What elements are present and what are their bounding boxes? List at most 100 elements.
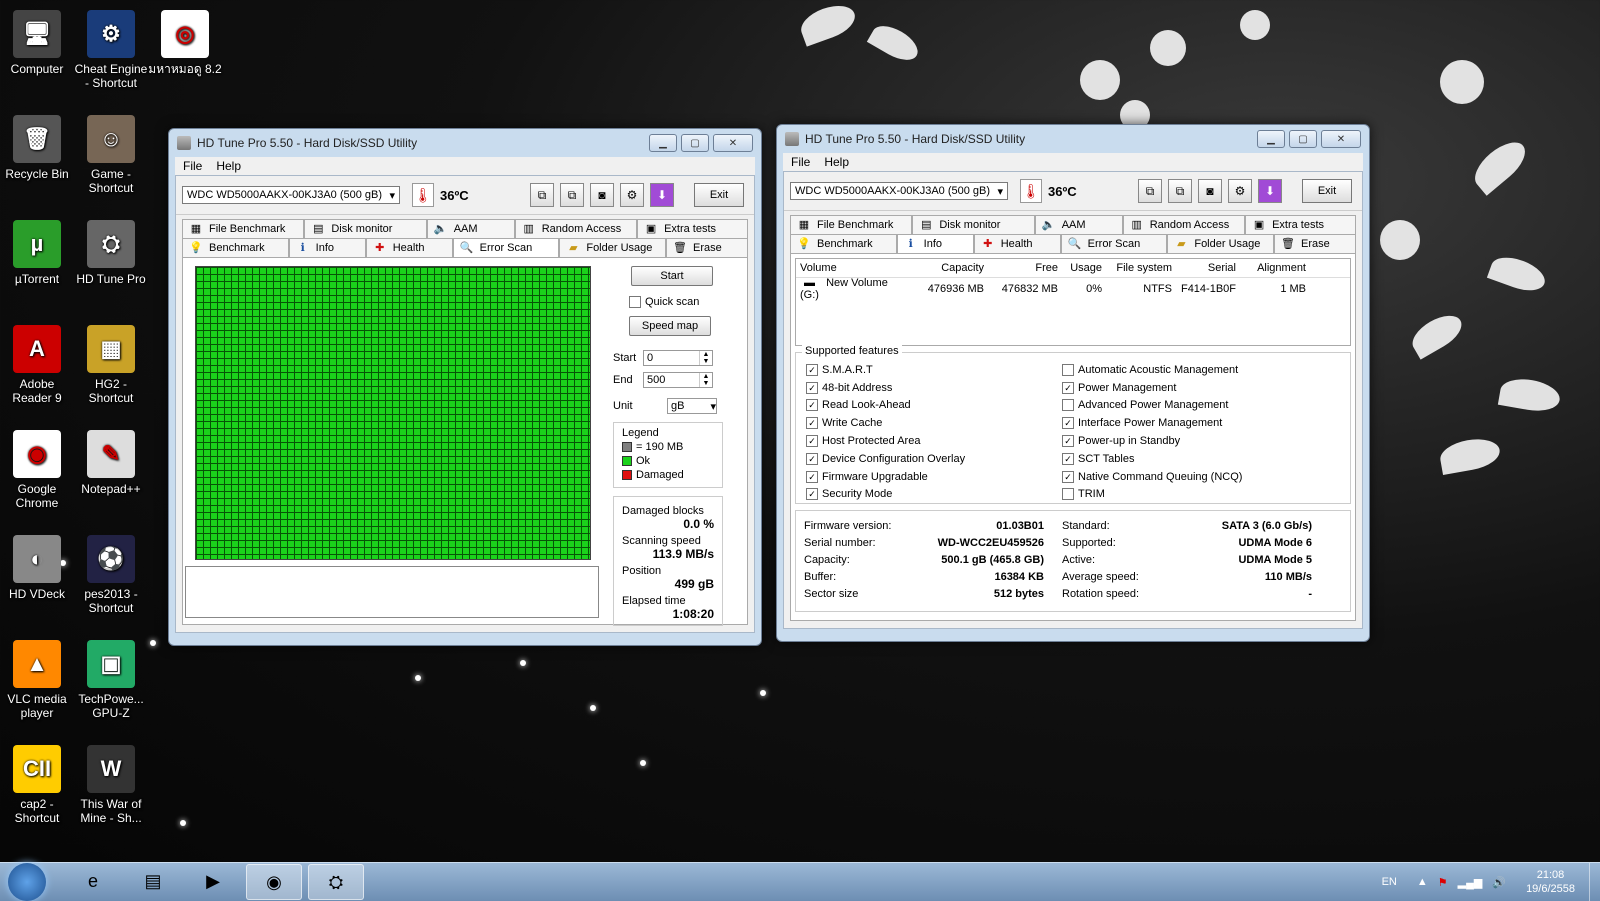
close-button[interactable]: ✕ xyxy=(713,134,753,152)
title-bar[interactable]: HD Tune Pro 5.50 - Hard Disk/SSD Utility… xyxy=(169,129,761,157)
desktop-icon[interactable]: ◐ HD VDeck xyxy=(0,535,74,601)
window-content: WDC WD5000AAKX-00KJ3A0 (500 gB) ▾ 🌡 36ºC … xyxy=(175,175,755,633)
table-row[interactable]: ▬ New Volume (G:) 476936 MB 476832 MB 0%… xyxy=(796,277,1350,301)
column-header[interactable]: Alignment xyxy=(1240,262,1310,274)
tab-extra-tests[interactable]: ▣ Extra tests xyxy=(637,219,748,238)
menu-file[interactable]: File xyxy=(183,159,202,173)
menu-file[interactable]: File xyxy=(791,155,810,169)
copy-all-icon[interactable]: ⧉ xyxy=(1168,179,1192,203)
maximize-button[interactable]: ▢ xyxy=(681,134,709,152)
start-spinner[interactable]: 0 ▲ ▼ xyxy=(643,350,713,367)
volume-table-header: Volume Capacity Free Usage File system S… xyxy=(796,259,1350,278)
desktop-icon[interactable]: µ µTorrent xyxy=(0,220,74,286)
column-header[interactable]: Serial xyxy=(1176,262,1240,274)
tab-erase[interactable]: 🗑 Erase xyxy=(666,238,749,257)
desktop-icon[interactable]: ✎ Notepad++ xyxy=(74,430,148,496)
taskbar-hd-tune-button[interactable]: ⛭ xyxy=(308,864,364,900)
copy-info-icon[interactable]: ⧉ xyxy=(530,183,554,207)
options-icon[interactable]: ⚙ xyxy=(620,183,644,207)
close-button[interactable]: ✕ xyxy=(1321,130,1361,148)
desktop-icon[interactable]: W This War of Mine - Sh... xyxy=(74,745,148,825)
speed-map-button[interactable]: Speed map xyxy=(629,316,711,337)
hdtune-window-errorscan[interactable]: HD Tune Pro 5.50 - Hard Disk/SSD Utility… xyxy=(168,128,762,646)
tab-health[interactable]: ✚ Health xyxy=(973,234,1061,253)
desktop-icon[interactable]: CII cap2 - Shortcut xyxy=(0,745,74,825)
show-hidden-icons-icon[interactable]: ▲ xyxy=(1417,876,1428,888)
tab-file-benchmark[interactable]: ▦ File Benchmark xyxy=(182,219,305,238)
screenshot-icon[interactable]: ◙ xyxy=(1198,179,1222,203)
tab-info[interactable]: ℹ Info xyxy=(288,238,366,257)
screenshot-icon[interactable]: ◙ xyxy=(590,183,614,207)
menu-help[interactable]: Help xyxy=(824,155,849,169)
quick-scan-row[interactable]: Quick scan xyxy=(629,296,723,309)
language-indicator[interactable]: EN xyxy=(1382,876,1397,888)
end-spinner[interactable]: 500 ▲ ▼ xyxy=(643,372,713,389)
title-bar[interactable]: HD Tune Pro 5.50 - Hard Disk/SSD Utility… xyxy=(777,125,1369,153)
volume-icon[interactable]: 🔊 xyxy=(1492,876,1506,889)
menu-help[interactable]: Help xyxy=(216,159,241,173)
desktop-icon[interactable]: ◎ มหาหมอดู 8.2 xyxy=(148,10,222,76)
quick-scan-checkbox[interactable] xyxy=(629,296,641,309)
desktop-icon[interactable]: ▦ HG2 - Shortcut xyxy=(74,325,148,405)
start-scan-button[interactable]: Start xyxy=(631,266,713,286)
tab-aam[interactable]: 🔈 AAM xyxy=(1034,215,1123,234)
tab-extra-tests[interactable]: ▣ Extra tests xyxy=(1245,215,1356,234)
action-center-icon[interactable]: ⚑ xyxy=(1438,876,1448,889)
taskbar-media-player-button[interactable]: ▶ xyxy=(186,864,240,898)
desktop-icon[interactable]: ☺ Game - Shortcut xyxy=(74,115,148,195)
network-icon[interactable]: ▂▄▆ xyxy=(1458,876,1483,889)
desktop-icon[interactable]: 🖥 Computer xyxy=(0,10,74,76)
column-header[interactable]: Capacity xyxy=(916,262,988,274)
save-icon[interactable]: ⬇ xyxy=(1258,179,1282,203)
spin-arrows-icon[interactable]: ▲ ▼ xyxy=(699,373,712,388)
tab-error-scan[interactable]: 🔍 Error Scan xyxy=(452,238,560,257)
tab-health[interactable]: ✚ Health xyxy=(365,238,453,257)
desktop-icon[interactable]: A Adobe Reader 9 xyxy=(0,325,74,405)
minimize-button[interactable]: ▁ xyxy=(649,134,677,152)
tab-folder-usage[interactable]: ▰ Folder Usage xyxy=(559,238,667,257)
save-icon[interactable]: ⬇ xyxy=(650,183,674,207)
tab-erase[interactable]: 🗑 Erase xyxy=(1274,234,1357,253)
drive-select[interactable]: WDC WD5000AAKX-00KJ3A0 (500 gB) ▾ xyxy=(790,182,1008,200)
damaged-blocks-value: 0.0 % xyxy=(683,517,714,532)
exit-button[interactable]: Exit xyxy=(1302,179,1352,203)
minimize-button[interactable]: ▁ xyxy=(1257,130,1285,148)
tab-benchmark[interactable]: 💡 Benchmark xyxy=(790,234,897,253)
taskbar-internet-explorer-button[interactable]: e xyxy=(66,864,120,898)
column-header[interactable]: Free xyxy=(988,262,1062,274)
desktop-icon[interactable]: ▣ TechPowe... GPU-Z xyxy=(74,640,148,720)
tab-disk-monitor[interactable]: ▤ Disk monitor xyxy=(912,215,1035,234)
tab-error-scan[interactable]: 🔍 Error Scan xyxy=(1060,234,1168,253)
tab-aam[interactable]: 🔈 AAM xyxy=(426,219,515,238)
tab-disk-monitor[interactable]: ▤ Disk monitor xyxy=(304,219,427,238)
tab-file-benchmark[interactable]: ▦ File Benchmark xyxy=(790,215,913,234)
show-desktop-button[interactable] xyxy=(1589,863,1600,901)
unit-select[interactable]: gB ▾ xyxy=(667,398,717,415)
column-header[interactable]: Usage xyxy=(1062,262,1106,274)
start-button[interactable] xyxy=(8,863,46,901)
tab-folder-usage[interactable]: ▰ Folder Usage xyxy=(1167,234,1275,253)
desktop-icon[interactable]: ⛭ HD Tune Pro xyxy=(74,220,148,286)
desktop-icon[interactable]: 🗑 Recycle Bin xyxy=(0,115,74,181)
desktop-icon[interactable]: ⚙ Cheat Engine - Shortcut xyxy=(74,10,148,90)
taskbar-chrome-button[interactable]: ◉ xyxy=(246,864,302,900)
column-header[interactable]: File system xyxy=(1106,262,1176,274)
hdtune-window-info[interactable]: HD Tune Pro 5.50 - Hard Disk/SSD Utility… xyxy=(776,124,1370,642)
tab-random-access[interactable]: ▥ Random Access xyxy=(514,219,638,238)
desktop-icon[interactable]: ◉ Google Chrome xyxy=(0,430,74,510)
spin-arrows-icon[interactable]: ▲ ▼ xyxy=(699,351,712,366)
column-header[interactable]: Volume xyxy=(796,262,916,274)
tab-random-access[interactable]: ▥ Random Access xyxy=(1122,215,1246,234)
clock[interactable]: 21:08 19/6/2558 xyxy=(1526,868,1575,896)
desktop-icon[interactable]: ⚽ pes2013 - Shortcut xyxy=(74,535,148,615)
maximize-button[interactable]: ▢ xyxy=(1289,130,1317,148)
exit-button[interactable]: Exit xyxy=(694,183,744,207)
drive-select[interactable]: WDC WD5000AAKX-00KJ3A0 (500 gB) ▾ xyxy=(182,186,400,204)
options-icon[interactable]: ⚙ xyxy=(1228,179,1252,203)
tab-benchmark[interactable]: 💡 Benchmark xyxy=(182,238,289,257)
tab-info[interactable]: ℹ Info xyxy=(896,234,974,253)
taskbar-file-explorer-button[interactable]: ▤ xyxy=(126,864,180,898)
desktop-icon[interactable]: ▲ VLC media player xyxy=(0,640,74,720)
copy-info-icon[interactable]: ⧉ xyxy=(1138,179,1162,203)
copy-all-icon[interactable]: ⧉ xyxy=(560,183,584,207)
